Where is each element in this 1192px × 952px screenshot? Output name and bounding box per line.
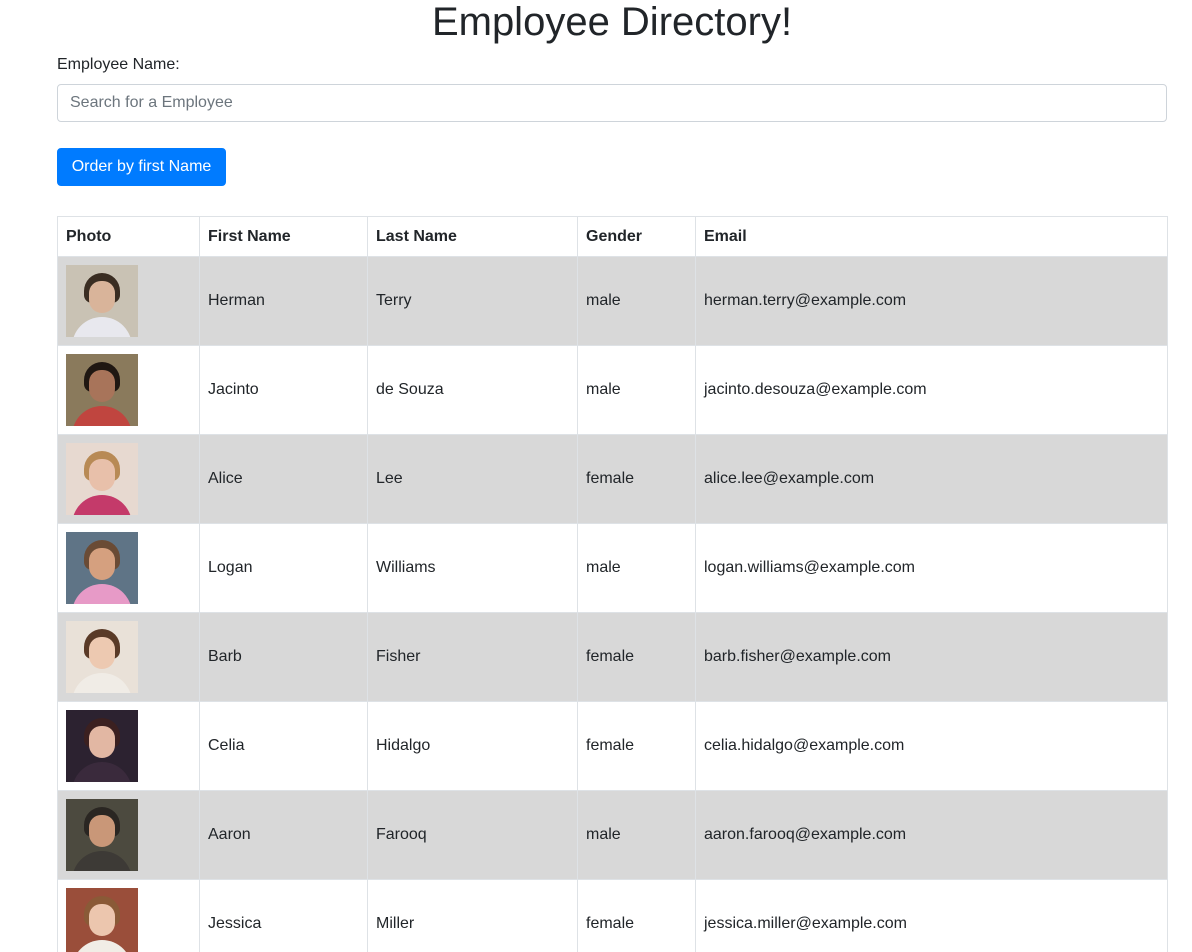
last-name-cell: Lee (367, 434, 578, 524)
email-cell: barb.fisher@example.com (695, 612, 1168, 702)
email-cell: aaron.farooq@example.com (695, 790, 1168, 880)
employee-photo (66, 443, 138, 515)
photo-cell (57, 434, 200, 524)
gender-cell: male (577, 345, 696, 435)
gender-cell: female (577, 701, 696, 791)
table-row: Logan Williams male logan.williams@example.… (57, 523, 1168, 613)
last-name-cell: Williams (367, 523, 578, 613)
first-name-cell: Jacinto (199, 345, 368, 435)
employee-name-label: Employee Name: (57, 56, 180, 73)
employee-photo (66, 265, 138, 337)
last-name-cell: Fisher (367, 612, 578, 702)
first-name-cell: Aaron (199, 790, 368, 880)
first-name-cell: Jessica (199, 879, 368, 952)
table-row: Barb Fisher female barb.fisher@example.com (57, 612, 1168, 702)
employee-photo (66, 621, 138, 693)
table-row: Jacinto de Souza male jacinto.desouza@examp… (57, 345, 1168, 435)
photo-cell (57, 345, 200, 435)
column-header-photo: Photo (57, 216, 200, 257)
table-row: Celia Hidalgo female celia.hidalgo@example.… (57, 701, 1168, 791)
gender-cell: female (577, 612, 696, 702)
employee-photo (66, 799, 138, 871)
table-body: Herman Terry male herman.terry@example.com J… (57, 256, 1168, 952)
column-header-email: Email (695, 216, 1168, 257)
column-header-gender: Gender (577, 216, 696, 257)
photo-cell (57, 612, 200, 702)
photo-cell (57, 790, 200, 880)
first-name-cell: Barb (199, 612, 368, 702)
employee-photo (66, 710, 138, 782)
email-cell: alice.lee@example.com (695, 434, 1168, 524)
table-row: Herman Terry male herman.terry@example.com (57, 256, 1168, 346)
search-input[interactable] (57, 84, 1167, 122)
table-row: Jessica Miller female jessica.miller@exampl… (57, 879, 1168, 952)
gender-cell: male (577, 256, 696, 346)
gender-cell: female (577, 879, 696, 952)
photo-cell (57, 256, 200, 346)
table-row: Aaron Farooq male aaron.farooq@example.com (57, 790, 1168, 880)
table-header-row: Photo First Name Last Name Gender Email (57, 216, 1168, 257)
first-name-cell: Herman (199, 256, 368, 346)
page: Employee Directory! Employee Name: Order… (0, 0, 1192, 952)
gender-cell: male (577, 790, 696, 880)
photo-cell (57, 701, 200, 791)
gender-cell: male (577, 523, 696, 613)
last-name-cell: Miller (367, 879, 578, 952)
photo-cell (57, 879, 200, 952)
email-cell: herman.terry@example.com (695, 256, 1168, 346)
first-name-cell: Alice (199, 434, 368, 524)
order-by-first-name-button[interactable]: Order by first Name (57, 148, 226, 186)
page-title: Employee Directory! (431, 0, 793, 44)
employee-photo (66, 888, 138, 952)
table-row: Alice Lee female alice.lee@example.com (57, 434, 1168, 524)
first-name-cell: Celia (199, 701, 368, 791)
email-cell: jessica.miller@example.com (695, 879, 1168, 952)
email-cell: jacinto.desouza@example.com (695, 345, 1168, 435)
photo-cell (57, 523, 200, 613)
column-header-first-name: First Name (199, 216, 368, 257)
column-header-last-name: Last Name (367, 216, 578, 257)
email-cell: celia.hidalgo@example.com (695, 701, 1168, 791)
last-name-cell: de Souza (367, 345, 578, 435)
last-name-cell: Farooq (367, 790, 578, 880)
employee-table: Photo First Name Last Name Gender Email … (57, 216, 1168, 952)
employee-photo (66, 532, 138, 604)
last-name-cell: Hidalgo (367, 701, 578, 791)
first-name-cell: Logan (199, 523, 368, 613)
last-name-cell: Terry (367, 256, 578, 346)
employee-photo (66, 354, 138, 426)
email-cell: logan.williams@example.com (695, 523, 1168, 613)
gender-cell: female (577, 434, 696, 524)
